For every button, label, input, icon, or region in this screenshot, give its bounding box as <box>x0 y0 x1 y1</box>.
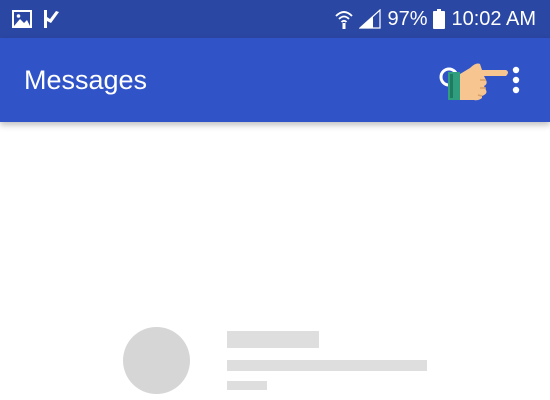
clock: 10:02 AM <box>451 8 536 30</box>
status-left-icons <box>12 8 60 30</box>
status-bar: 97% 10:02 AM <box>0 0 550 38</box>
more-vert-icon[interactable] <box>504 62 528 98</box>
signal-icon <box>359 9 382 29</box>
battery-percent: 97% <box>387 8 428 30</box>
avatar-placeholder <box>123 327 190 394</box>
placeholder-line-body <box>227 360 427 371</box>
image-icon <box>12 10 32 28</box>
placeholder-line-title <box>227 331 319 348</box>
app-bar: Messages <box>0 38 550 122</box>
battery-icon <box>433 9 446 29</box>
pointing-hand-icon <box>448 63 508 101</box>
placeholder-line-meta <box>227 381 267 390</box>
wifi-icon <box>335 11 354 29</box>
page-title: Messages <box>24 65 148 95</box>
checkmark-flag-icon <box>44 10 59 28</box>
status-right-icons: 97% 10:02 AM <box>335 0 536 38</box>
